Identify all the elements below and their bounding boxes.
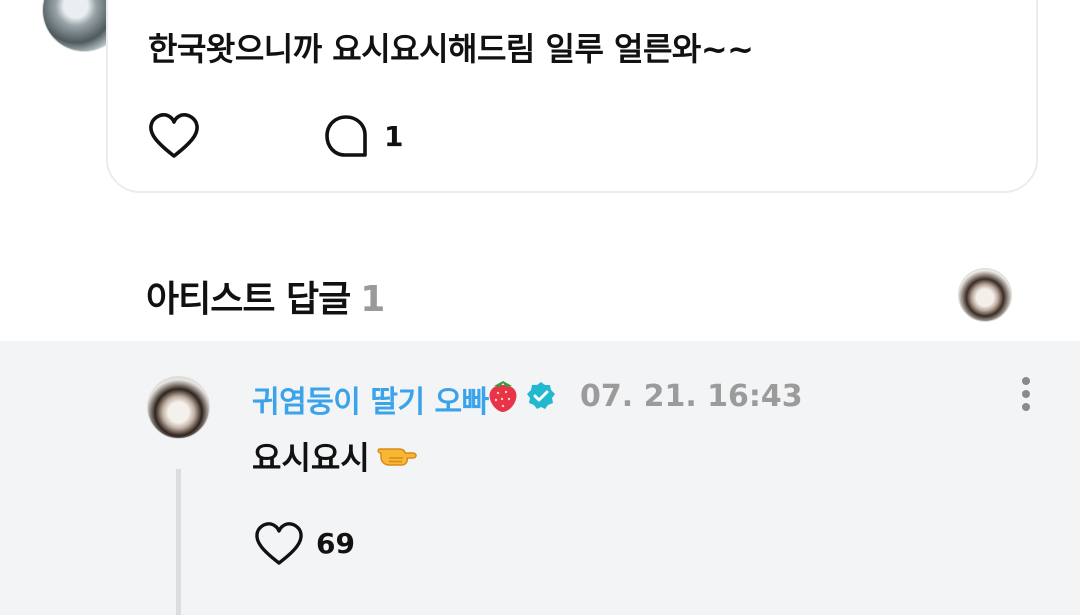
reply-author-name[interactable]: 귀염둥이 딸기 오빠 xyxy=(252,377,489,421)
reply-author-avatar[interactable] xyxy=(147,376,210,439)
artist-replies-count: 1 xyxy=(360,279,385,320)
thread-line xyxy=(176,469,181,615)
post-comment-icon[interactable] xyxy=(324,114,368,158)
artist-replies-title: 아티스트 답글 xyxy=(146,279,351,320)
strawberry-icon xyxy=(489,381,517,412)
post-comment-count: 1 xyxy=(384,120,404,153)
post-text: 한국왓으니까 요시요시해드림 일루 얼른와~~ xyxy=(148,30,754,68)
reply-like-icon[interactable] xyxy=(254,521,304,567)
pointing-hand-icon xyxy=(377,448,417,466)
verified-badge-icon xyxy=(527,382,555,409)
post-like-icon[interactable] xyxy=(148,112,200,160)
reply-text: 요시요시 xyxy=(252,439,370,477)
artist-replies-heading: 아티스트 답글 1 xyxy=(146,270,385,322)
artist-avatar[interactable] xyxy=(958,268,1012,322)
artist-reply: 귀염둥이 딸기 오빠 07. 21. 16:43 요시요시 69 xyxy=(0,341,1080,615)
reply-like-count: 69 xyxy=(316,527,355,560)
reply-timestamp: 07. 21. 16:43 xyxy=(580,379,803,414)
reply-more-icon[interactable] xyxy=(1016,377,1036,417)
